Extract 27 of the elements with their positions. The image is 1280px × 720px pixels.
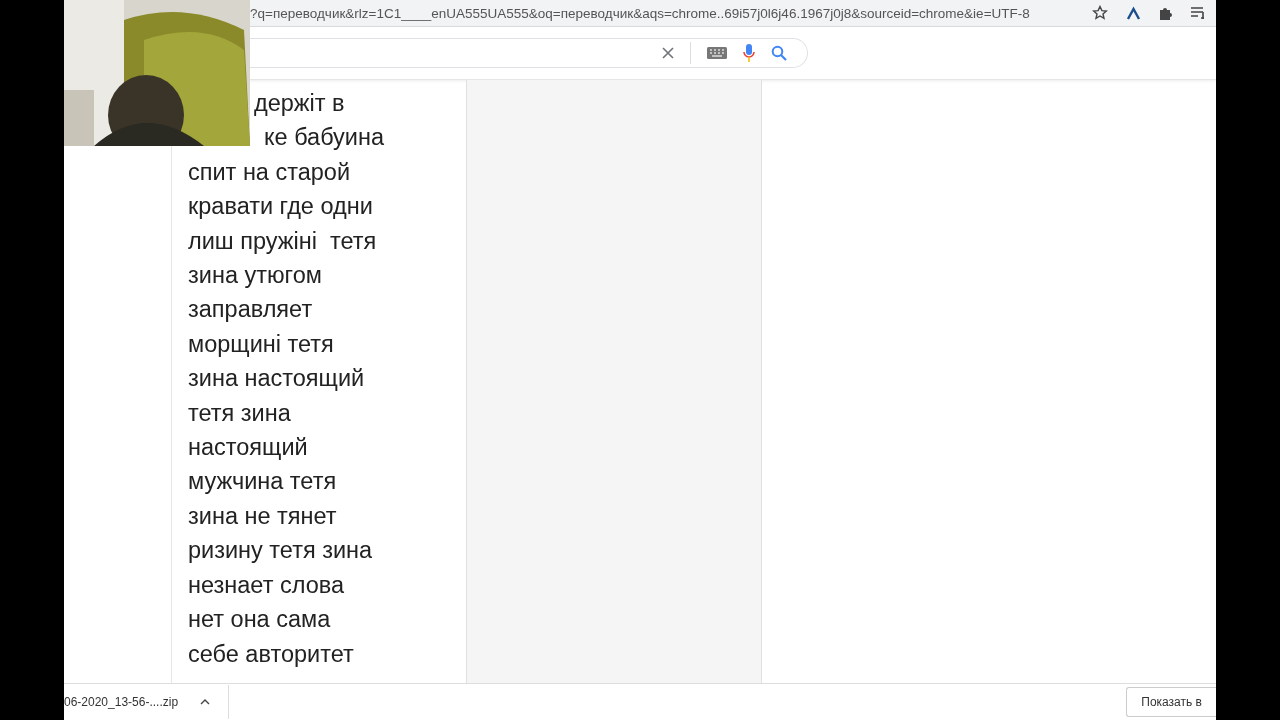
search-icon[interactable] <box>771 45 787 61</box>
translation-line: зина настоящий <box>188 364 366 394</box>
translation-line: нет она сама <box>188 605 332 635</box>
microphone-icon[interactable] <box>743 44 755 62</box>
translation-line: зина не тянет <box>188 501 338 531</box>
translation-line: незнает слова <box>188 570 346 600</box>
translation-line: ризину тетя зина <box>188 536 374 566</box>
playlist-icon[interactable] <box>1190 5 1206 21</box>
caret-icon[interactable] <box>200 699 211 705</box>
keyboard-icon[interactable] <box>707 47 727 59</box>
star-icon[interactable] <box>1092 5 1108 21</box>
translation-line: морщині тетя <box>188 329 335 359</box>
translation-line: держіт в <box>253 89 345 118</box>
translation-line: зина утюгом <box>188 261 323 291</box>
translation-line: лиш пружіні тетя <box>188 226 378 256</box>
translation-line: мужчина тетя <box>188 467 338 497</box>
translation-line: тетя зина <box>188 398 292 428</box>
translation-line: себе авторитет <box>188 639 355 669</box>
translation-line: кравати где одни <box>188 192 374 222</box>
translation-line: заправляет <box>188 295 314 325</box>
translation-line: ке бабуина <box>263 123 384 153</box>
download-item[interactable]: 06-2020_13-56-....zip <box>64 695 179 709</box>
puzzle-icon[interactable] <box>1158 5 1174 21</box>
translation-line: настоящий <box>188 433 309 463</box>
show-all-button[interactable]: Показать в <box>1126 687 1216 717</box>
close-icon[interactable] <box>662 47 674 59</box>
translation-line: спит на старой <box>188 157 352 187</box>
